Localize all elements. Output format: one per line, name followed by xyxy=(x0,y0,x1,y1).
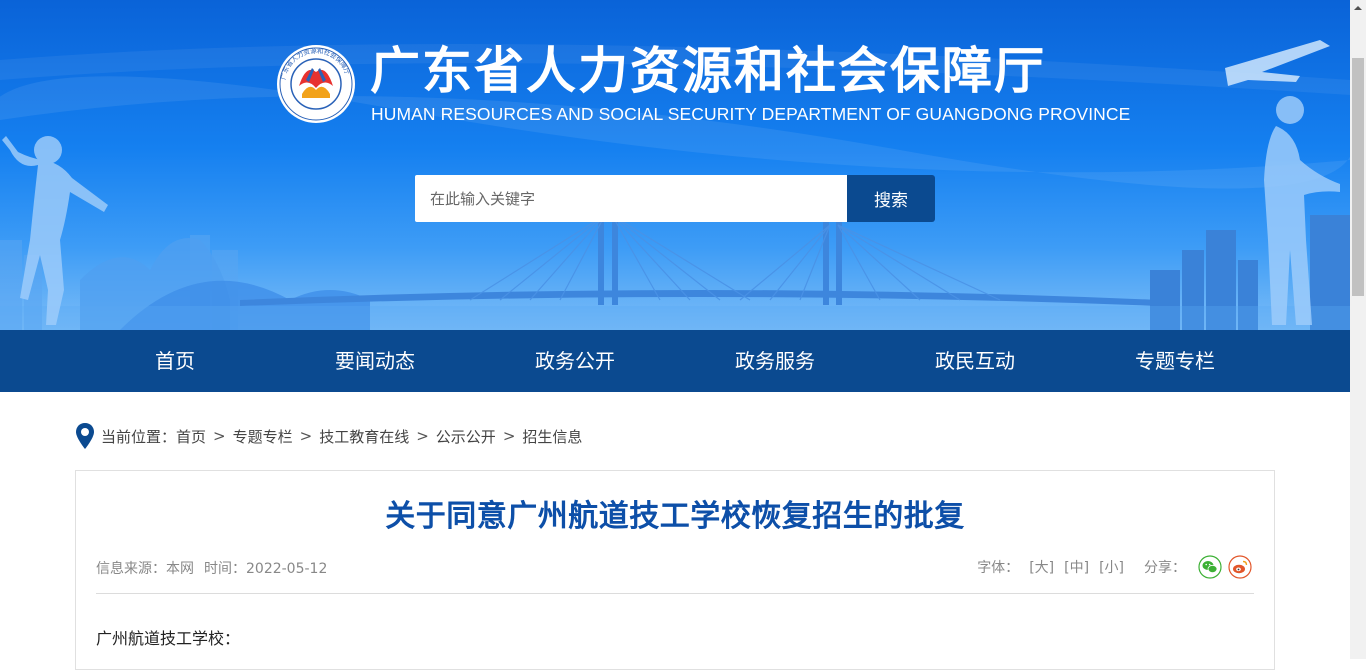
nav-item-gov-open[interactable]: 政务公开 xyxy=(475,330,675,392)
search-button[interactable]: 搜索 xyxy=(847,175,935,222)
breadcrumb-separator: > xyxy=(213,427,226,445)
nav-item-home[interactable]: 首页 xyxy=(75,330,275,392)
article-meta: 信息来源：本网 时间：2022-05-12 xyxy=(96,558,337,578)
article-tools: 字体： [大] [中] [小] 分享： xyxy=(977,555,1252,579)
share-label: 分享： xyxy=(1144,560,1186,576)
nav-item-news[interactable]: 要闻动态 xyxy=(275,330,475,392)
meta-divider xyxy=(96,593,1254,594)
location-pin-icon xyxy=(76,423,94,449)
breadcrumb-item-vocational[interactable]: 技工教育在线 xyxy=(319,426,409,447)
font-small-button[interactable]: [小] xyxy=(1099,557,1124,577)
font-medium-button[interactable]: [中] xyxy=(1064,557,1089,577)
logo-emblem[interactable]: 广东省人力资源和社会保障厅 xyxy=(276,44,356,124)
site-title: 广东省人力资源和社会保障厅 xyxy=(370,42,1046,100)
breadcrumb-prefix: 当前位置： xyxy=(101,427,177,446)
weibo-icon[interactable] xyxy=(1228,555,1252,579)
nav-item-special[interactable]: 专题专栏 xyxy=(1075,330,1275,392)
font-large-button[interactable]: [大] xyxy=(1029,557,1054,577)
article-salutation: 广州航道技工学校： xyxy=(96,629,241,648)
breadcrumb-item-enrollment[interactable]: 招生信息 xyxy=(522,426,582,447)
page-scrollbar[interactable] xyxy=(1350,0,1366,659)
nav-item-gov-service[interactable]: 政务服务 xyxy=(675,330,875,392)
breadcrumb-separator: > xyxy=(299,427,313,445)
font-size-label: 字体： xyxy=(977,560,1020,576)
header-banner: 广东省人力资源和社会保障厅 广东省人力资源和社会保障厅 HUMAN RESOUR… xyxy=(0,0,1350,330)
article-title: 关于同意广州航道技工学校恢复招生的批复 xyxy=(385,499,965,534)
main-nav: 首页 要闻动态 政务公开 政务服务 政民互动 专题专栏 xyxy=(0,330,1350,392)
wechat-icon[interactable] xyxy=(1198,555,1222,579)
article-card: 关于同意广州航道技工学校恢复招生的批复 信息来源：本网 时间：2022-05-12… xyxy=(75,470,1275,670)
site-subtitle: HUMAN RESOURCES AND SOCIAL SECURITY DEPA… xyxy=(371,104,1131,124)
breadcrumb-separator: > xyxy=(502,427,516,445)
article-source: 信息来源：本网 xyxy=(96,561,194,577)
search-input[interactable] xyxy=(415,175,849,222)
article-time: 时间：2022-05-12 xyxy=(204,561,328,577)
breadcrumb-item-home[interactable]: 首页 xyxy=(176,426,206,447)
nav-item-interaction[interactable]: 政民互动 xyxy=(875,330,1075,392)
breadcrumb-item-special[interactable]: 专题专栏 xyxy=(233,426,293,447)
scroll-up-arrow-icon[interactable] xyxy=(1350,0,1366,16)
scrollbar-thumb[interactable] xyxy=(1352,58,1364,296)
breadcrumb: 当前位置： 首页 > 专题专栏 > 技工教育在线 > 公示公开 > 招生信息 xyxy=(75,422,582,450)
breadcrumb-item-public-notice[interactable]: 公示公开 xyxy=(436,426,496,447)
breadcrumb-separator: > xyxy=(416,427,429,445)
